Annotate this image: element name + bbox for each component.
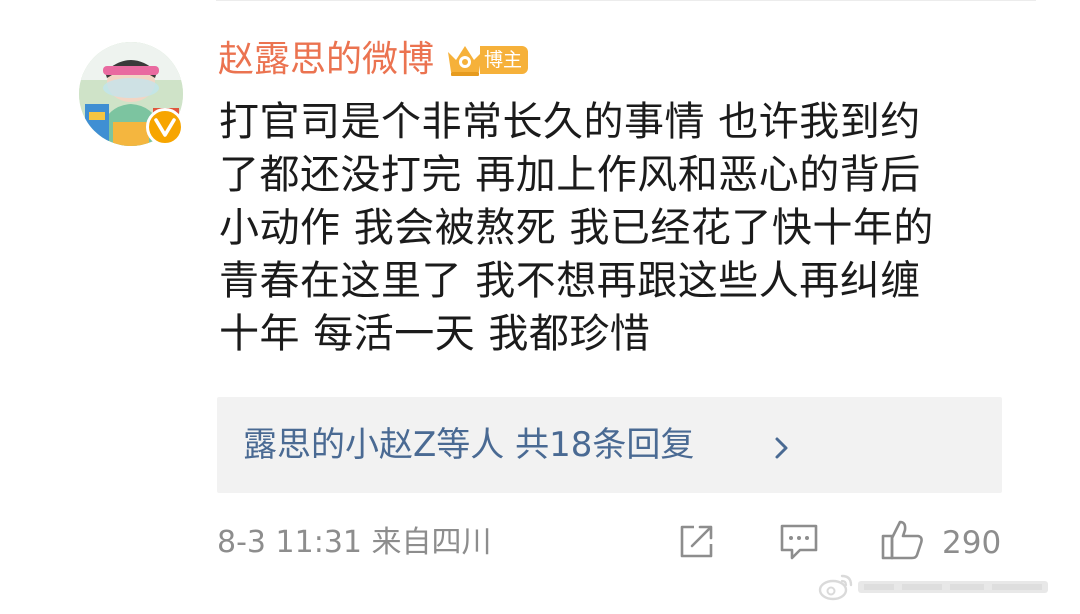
like-count: 290 (942, 525, 1002, 561)
content-line: 了都还没打完 再加上作风和恶心的背后 (219, 152, 921, 198)
content-line: 青春在这里了 我不想再跟这些人再纠缠 (219, 258, 921, 304)
badge-label: 博主 (480, 46, 529, 74)
comment-meta: 8-3 11:31 来自四川 (217, 525, 492, 560)
comment-icon[interactable] (778, 522, 820, 562)
content-line: 小动作 我会被熬死 我已经花了快十年的 (219, 205, 934, 251)
content-line: 打官司是个非常长久的事情 也许我到约 (219, 99, 921, 145)
top-divider (216, 0, 1036, 1)
weibo-watermark (818, 566, 1068, 608)
username-link[interactable]: 赵露思的微博 (218, 36, 434, 84)
chevron-right-icon (775, 437, 788, 459)
verified-v-icon (146, 108, 184, 146)
content-line: 十年 每活一天 我都珍惜 (219, 311, 651, 357)
replies-link[interactable]: 露思的小赵Z等人 共18条回复 (243, 421, 694, 469)
replies-summary[interactable]: 露思的小赵Z等人 共18条回复 (217, 397, 1002, 493)
blogger-badge: 博主 (444, 42, 546, 78)
thumbs-up-icon[interactable] (880, 518, 926, 562)
comment-content: 打官司是个非常长久的事情 也许我到约 了都还没打完 再加上作风和恶心的背后 小动… (219, 96, 1009, 361)
weibo-logo-icon (818, 574, 853, 601)
watermark-blur (858, 581, 1048, 593)
share-icon[interactable] (676, 522, 716, 562)
